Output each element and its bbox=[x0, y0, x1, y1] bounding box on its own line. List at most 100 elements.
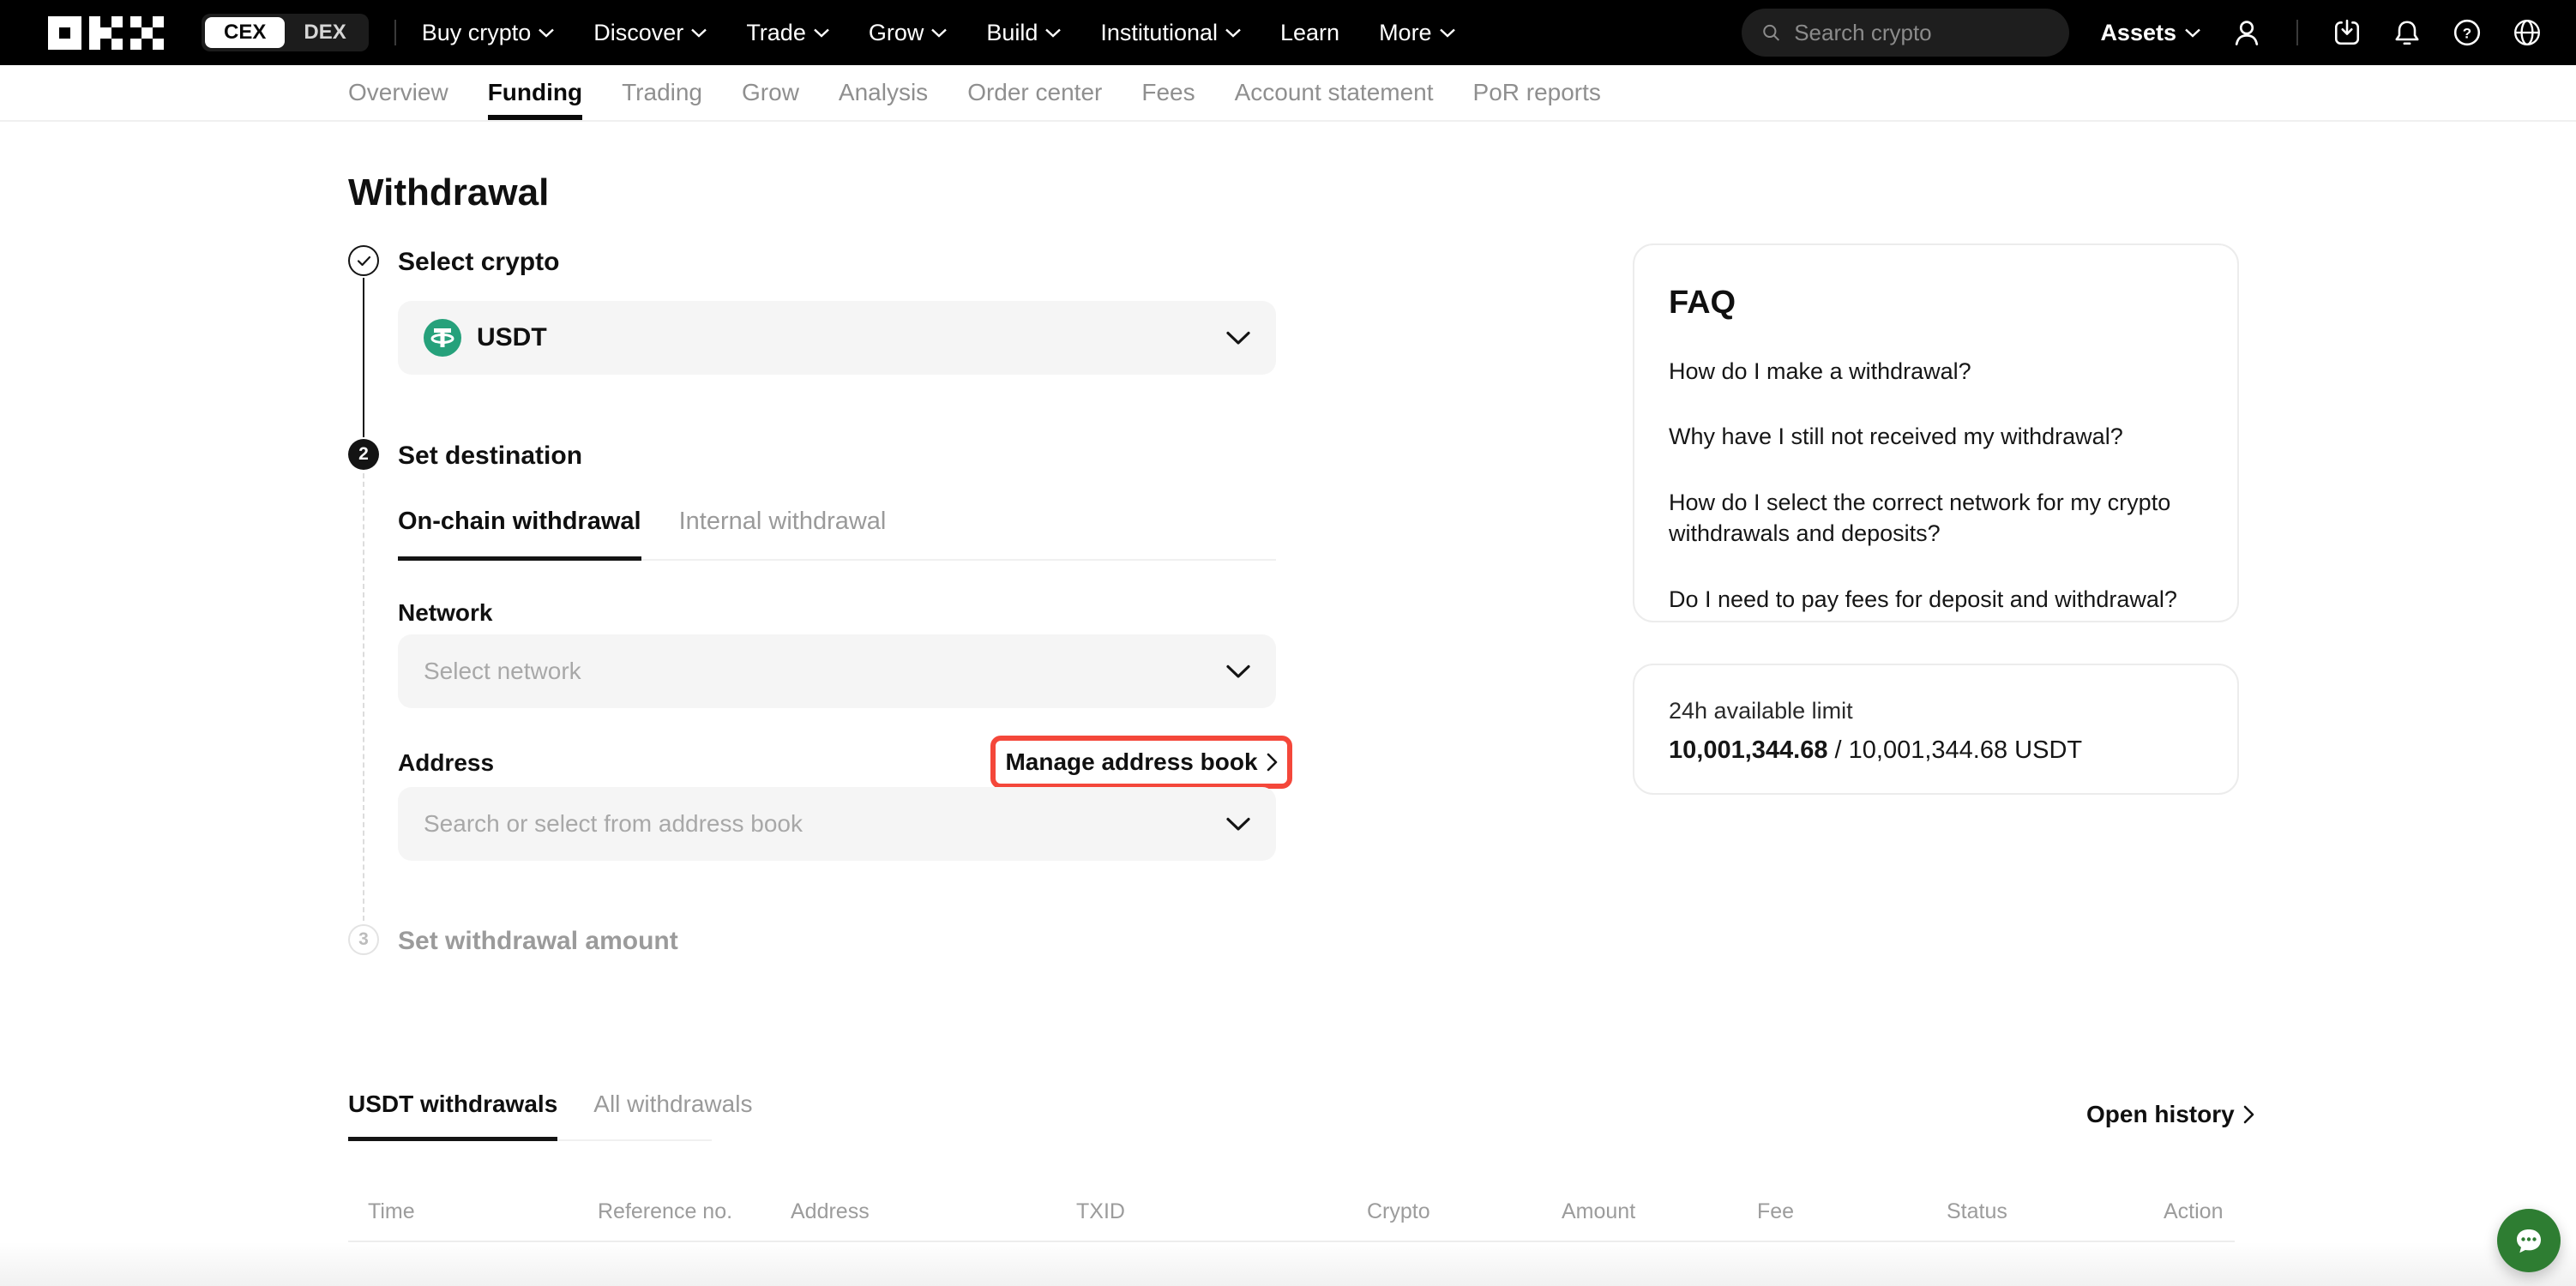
chevron-down-icon bbox=[814, 28, 829, 38]
help-icon[interactable]: ? bbox=[2453, 18, 2482, 47]
chevron-down-icon bbox=[1225, 28, 1241, 38]
step-connector-solid bbox=[363, 278, 364, 437]
main-menu: Buy crypto Discover Trade Grow Build Ins… bbox=[422, 20, 1455, 46]
menu-item-trade[interactable]: Trade bbox=[746, 20, 829, 46]
column-header-time: Time bbox=[368, 1199, 415, 1224]
subnav-item-fees[interactable]: Fees bbox=[1141, 65, 1195, 120]
step3-circle: 3 bbox=[348, 924, 379, 955]
address-select[interactable]: Search or select from address book bbox=[398, 787, 1276, 861]
limit-value: 10,001,344.68 / 10,001,344.68 USDT bbox=[1669, 736, 2203, 765]
assets-dropdown[interactable]: Assets bbox=[2100, 20, 2200, 46]
chat-bubble-icon bbox=[2512, 1223, 2546, 1258]
limit-total: 10,001,344.68 USDT bbox=[1849, 736, 2082, 764]
step3-label: Set withdrawal amount bbox=[398, 927, 678, 956]
faq-card: FAQ How do I make a withdrawal? Why have… bbox=[1633, 243, 2239, 622]
menu-item-grow[interactable]: Grow bbox=[869, 20, 948, 46]
limit-available: 10,001,344.68 bbox=[1669, 736, 1827, 764]
column-header-status: Status bbox=[1947, 1199, 2007, 1224]
subnav-item-analysis[interactable]: Analysis bbox=[839, 65, 928, 120]
faq-question[interactable]: How do I select the correct network for … bbox=[1669, 487, 2200, 550]
support-chat-button[interactable] bbox=[2497, 1209, 2561, 1272]
subnav-item-por-reports[interactable]: PoR reports bbox=[1473, 65, 1601, 120]
destination-tabs: On-chain withdrawal Internal withdrawal bbox=[398, 508, 1276, 561]
okx-logo-letter-o bbox=[48, 16, 81, 50]
chevron-down-icon bbox=[539, 28, 554, 38]
crypto-select[interactable]: USDT bbox=[398, 301, 1276, 375]
tab-onchain-withdrawal[interactable]: On-chain withdrawal bbox=[398, 508, 641, 561]
faq-title: FAQ bbox=[1669, 285, 2203, 322]
deposit-icon[interactable] bbox=[2332, 18, 2362, 47]
column-header-address: Address bbox=[791, 1199, 870, 1224]
tab-all-withdrawals[interactable]: All withdrawals bbox=[593, 1091, 752, 1139]
network-select[interactable]: Select network bbox=[398, 634, 1276, 708]
step1-label: Select crypto bbox=[398, 248, 559, 277]
top-navbar: CEX DEX Buy crypto Discover Trade Grow B… bbox=[0, 0, 2576, 65]
open-history-link[interactable]: Open history bbox=[2086, 1101, 2254, 1128]
history-tabs: USDT withdrawals All withdrawals bbox=[348, 1091, 712, 1141]
search-input[interactable] bbox=[1794, 20, 2050, 46]
subnav-item-account-statement[interactable]: Account statement bbox=[1235, 65, 1434, 120]
column-header-txid: TXID bbox=[1076, 1199, 1125, 1224]
menu-item-learn[interactable]: Learn bbox=[1280, 20, 1339, 46]
faq-question[interactable]: Do I need to pay fees for deposit and wi… bbox=[1669, 584, 2200, 615]
subnav-item-funding[interactable]: Funding bbox=[488, 65, 582, 120]
profile-icon[interactable] bbox=[2231, 17, 2262, 48]
tab-internal-withdrawal[interactable]: Internal withdrawal bbox=[679, 508, 887, 559]
column-header-amount: Amount bbox=[1562, 1199, 1635, 1224]
limit-label: 24h available limit bbox=[1669, 698, 2203, 724]
network-placeholder: Select network bbox=[424, 658, 581, 685]
menu-item-buy-crypto[interactable]: Buy crypto bbox=[422, 20, 555, 46]
menu-item-build[interactable]: Build bbox=[986, 20, 1061, 46]
withdrawal-page: CEX DEX Buy crypto Discover Trade Grow B… bbox=[0, 0, 2576, 1286]
menu-item-institutional[interactable]: Institutional bbox=[1100, 20, 1241, 46]
page-title: Withdrawal bbox=[348, 171, 549, 214]
svg-text:?: ? bbox=[2463, 25, 2471, 41]
check-icon bbox=[357, 255, 371, 267]
selected-crypto-label: USDT bbox=[477, 323, 547, 352]
chevron-down-icon bbox=[691, 28, 707, 38]
network-label: Network bbox=[398, 599, 492, 627]
faq-question[interactable]: How do I make a withdrawal? bbox=[1669, 356, 2200, 387]
address-placeholder: Search or select from address book bbox=[424, 810, 803, 838]
cex-toggle-button[interactable]: CEX bbox=[205, 17, 285, 48]
column-header-fee: Fee bbox=[1757, 1199, 1794, 1224]
chevron-down-icon bbox=[1226, 664, 1250, 679]
tab-usdt-withdrawals[interactable]: USDT withdrawals bbox=[348, 1091, 557, 1141]
chevron-down-icon bbox=[1045, 28, 1061, 38]
red-highlight-annotation: Manage address book bbox=[990, 736, 1292, 789]
chevron-down-icon bbox=[1226, 331, 1250, 346]
crypto-search-box[interactable] bbox=[1742, 9, 2069, 57]
step2-label: Set destination bbox=[398, 442, 582, 471]
empty-table-area bbox=[0, 1242, 2576, 1286]
language-globe-icon[interactable] bbox=[2513, 18, 2542, 47]
limit-card: 24h available limit 10,001,344.68 / 10,0… bbox=[1633, 664, 2239, 795]
faq-question[interactable]: Why have I still not received my withdra… bbox=[1669, 421, 2200, 452]
subnav-item-trading[interactable]: Trading bbox=[622, 65, 702, 120]
chevron-down-icon bbox=[1226, 817, 1250, 832]
chevron-right-icon bbox=[2243, 1105, 2254, 1124]
chevron-down-icon bbox=[1440, 28, 1455, 38]
search-icon bbox=[1760, 21, 1782, 45]
step2-circle: 2 bbox=[348, 439, 379, 470]
dex-toggle-button[interactable]: DEX bbox=[285, 17, 364, 48]
chevron-right-icon bbox=[1267, 753, 1278, 772]
menu-item-discover[interactable]: Discover bbox=[593, 20, 707, 46]
step1-complete-circle bbox=[348, 245, 379, 276]
column-header-reference: Reference no. bbox=[598, 1199, 732, 1224]
chevron-down-icon bbox=[2185, 28, 2200, 38]
subnav-item-overview[interactable]: Overview bbox=[348, 65, 448, 120]
manage-address-book-button[interactable]: Manage address book bbox=[1005, 748, 1277, 776]
menu-item-more[interactable]: More bbox=[1379, 20, 1455, 46]
subnav-item-grow[interactable]: Grow bbox=[742, 65, 799, 120]
subnav-item-order-center[interactable]: Order center bbox=[967, 65, 1102, 120]
notifications-bell-icon[interactable] bbox=[2392, 18, 2422, 47]
address-label: Address bbox=[398, 749, 494, 777]
limit-separator: / bbox=[1827, 736, 1848, 764]
okx-logo bbox=[48, 16, 164, 50]
navbar-divider bbox=[394, 20, 396, 45]
funding-subnav: Overview Funding Trading Grow Analysis O… bbox=[0, 65, 2576, 122]
usdt-tether-icon bbox=[424, 319, 461, 357]
step-connector-dashed bbox=[363, 473, 364, 921]
navbar-right-cluster: Assets ? bbox=[1742, 9, 2542, 57]
column-header-crypto: Crypto bbox=[1367, 1199, 1430, 1224]
